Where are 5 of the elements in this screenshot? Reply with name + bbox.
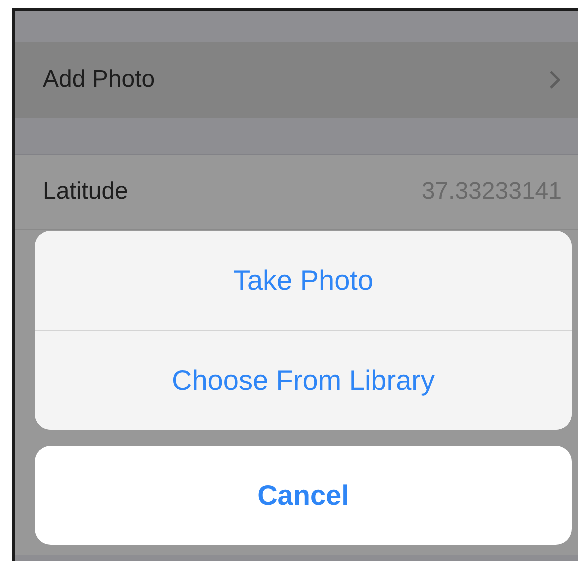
cancel-button[interactable]: Cancel [35, 446, 572, 545]
chevron-icon [550, 71, 560, 89]
row-label: Add Photo [43, 66, 156, 94]
row-label: Latitude [43, 178, 128, 206]
add-photo-row[interactable]: Add Photo [15, 42, 578, 118]
